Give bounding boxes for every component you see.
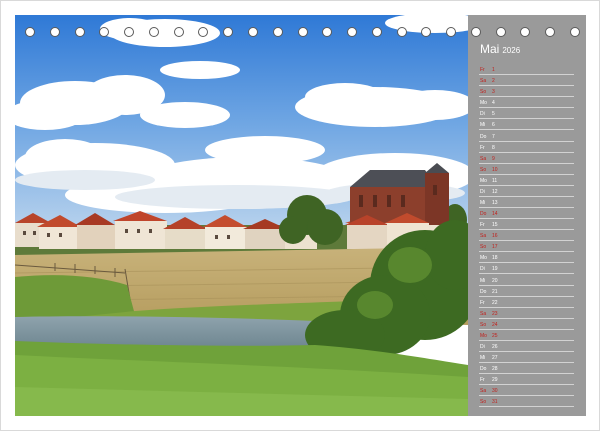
page-border xyxy=(0,0,600,431)
calendar-page: Mai 2026 Fr 1 Sa 2 So 3 Mo 4 Di 5 Mi 6 Do 7 Fr 8 Sa 9 So 10 M… xyxy=(0,0,600,431)
